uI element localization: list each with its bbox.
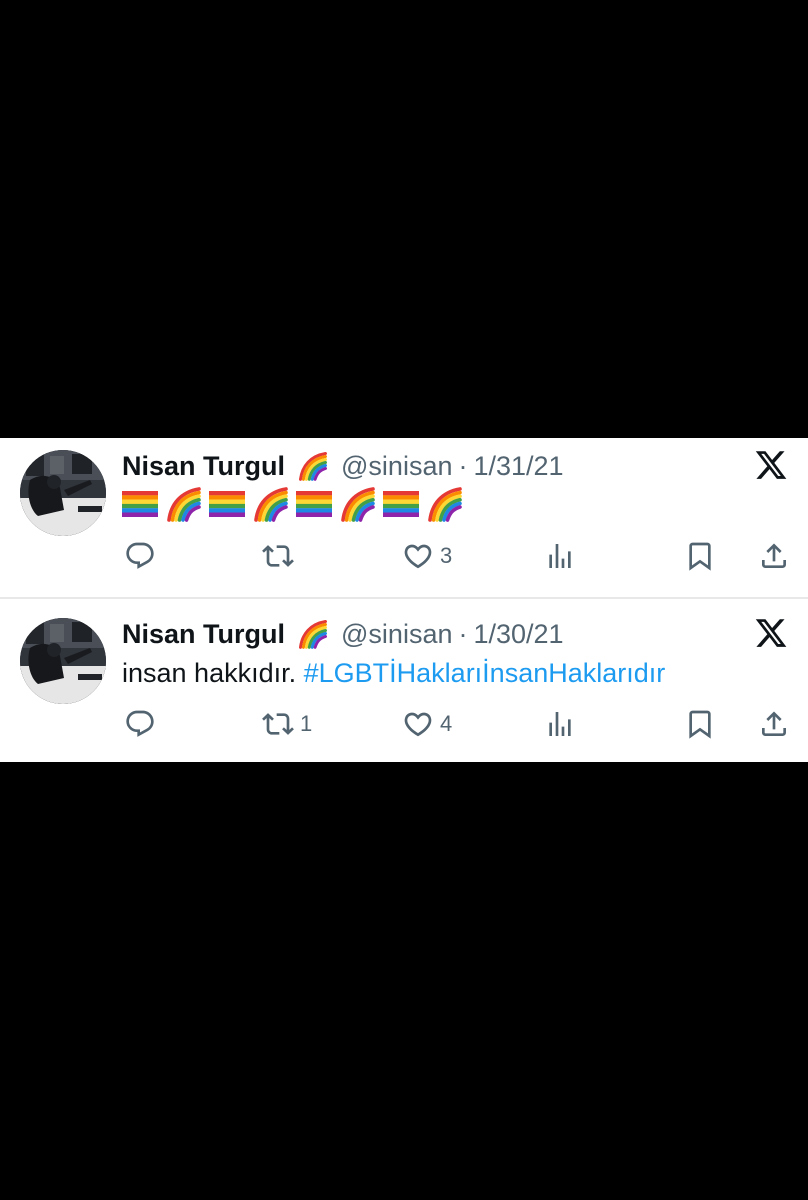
views-icon [544,540,576,572]
retweet-button[interactable]: 1 [262,706,312,742]
share-button[interactable] [758,706,790,742]
rainbow-flag-emoji-icon [209,491,245,517]
separator-dot: · [458,618,468,649]
bookmark-button[interactable] [684,706,716,742]
like-icon [402,540,434,572]
views-button[interactable] [544,706,576,742]
share-icon [758,540,790,572]
author-handle[interactable]: @sinisan [341,451,452,482]
tweet-date[interactable]: 1/30/21 [473,619,563,650]
rainbow-flag-emoji-icon [122,491,158,517]
reply-button[interactable] [124,538,162,574]
avatar[interactable] [20,450,106,536]
like-button[interactable]: 3 [402,538,452,574]
rainbow-emoji-icon [252,486,290,522]
tweet-header: Nisan Turgul @sinisan · 1/30/21 [122,614,564,654]
like-icon [402,708,434,740]
retweet-button[interactable] [262,538,300,574]
share-button[interactable] [758,538,790,574]
x-logo-icon [754,616,788,650]
rainbow-flag-emoji-icon [383,491,419,517]
tweet-list: Nisan Turgul @sinisan · 1/31/21 3 Nisan … [0,438,808,762]
separator-dot: · [458,450,468,481]
rainbow-emoji-icon [339,486,377,522]
like-count: 3 [440,543,453,568]
divider [0,597,808,599]
avatar[interactable] [20,618,106,704]
tweet-text-plain: insan hakkıdır. [122,658,297,688]
tweet-actions: 1 4 [0,706,808,746]
tweet-card[interactable]: Nisan Turgul @sinisan · 1/31/21 3 [0,438,808,599]
retweet-icon [262,708,294,740]
bookmark-icon [684,540,716,572]
rainbow-flag-emoji-icon [296,491,332,517]
like-button[interactable]: 4 [402,706,452,742]
rainbow-emoji-icon [295,619,331,649]
author-name[interactable]: Nisan Turgul [122,619,285,650]
retweet-count: 1 [300,711,313,736]
tweet-text [122,486,470,522]
x-logo-icon [754,448,788,482]
hashtag-link[interactable]: #LGBTİHaklarıİnsanHaklarıdır [304,658,666,688]
tweet-date[interactable]: 1/31/21 [473,451,563,482]
retweet-icon [262,540,294,572]
share-icon [758,708,790,740]
author-handle[interactable]: @sinisan [341,619,452,650]
tweet-header: Nisan Turgul @sinisan · 1/31/21 [122,446,564,486]
views-icon [544,708,576,740]
tweet-text: insan hakkıdır. #LGBTİHaklarıİnsanHaklar… [122,658,665,689]
tweet-actions: 3 [0,538,808,578]
rainbow-emoji-icon [165,486,203,522]
bookmark-button[interactable] [684,538,716,574]
bookmark-icon [684,708,716,740]
views-button[interactable] [544,538,576,574]
reply-icon [124,540,156,572]
reply-icon [124,708,156,740]
rainbow-emoji-icon [295,451,331,481]
like-count: 4 [440,711,453,736]
rainbow-emoji-icon [426,486,464,522]
reply-button[interactable] [124,706,162,742]
author-name[interactable]: Nisan Turgul [122,451,285,482]
tweet-card[interactable]: Nisan Turgul @sinisan · 1/30/21 insan ha… [0,602,808,762]
